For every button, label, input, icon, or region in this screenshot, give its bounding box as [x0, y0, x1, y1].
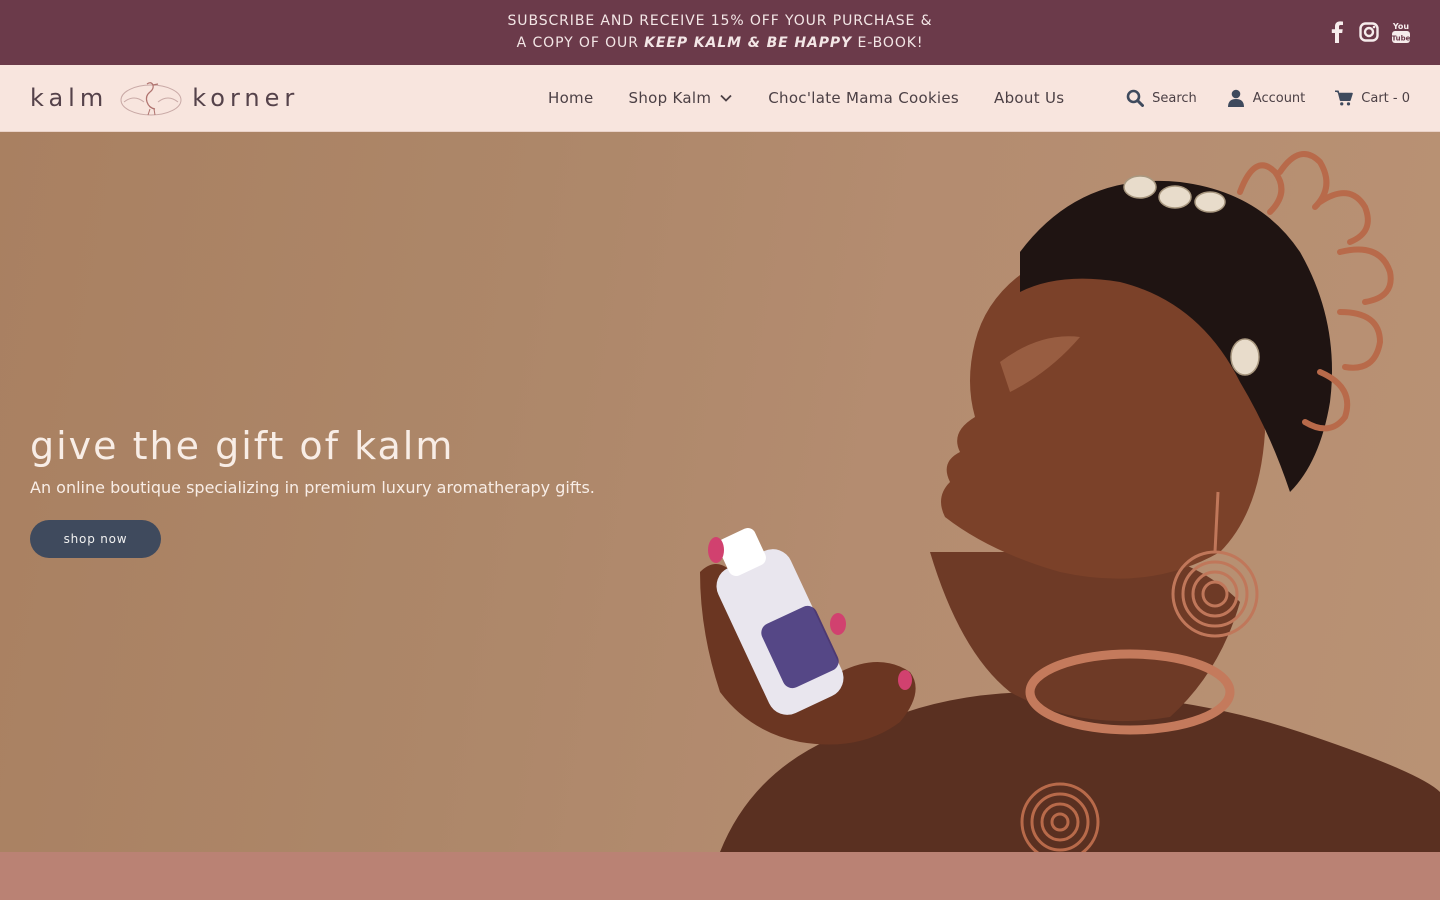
nav-item-choclate-mama-cookies[interactable]: Choc'late Mama Cookies [768, 89, 959, 107]
facebook-icon[interactable] [1326, 20, 1348, 44]
announcement-bar: SUBSCRIBE AND RECEIVE 15% OFF YOUR PURCH… [0, 0, 1440, 65]
announcement-line-2-prefix: A COPY OF OUR [516, 35, 645, 51]
chevron-down-icon [720, 94, 732, 102]
site-logo[interactable]: kalm korner [30, 77, 299, 119]
hero-title: give the gift of kalm [30, 424, 455, 468]
header-utilities: Search Account Cart - 0 [1096, 65, 1410, 131]
search-icon [1126, 89, 1145, 107]
nav-item-label: Shop Kalm [628, 89, 712, 107]
youtube-label-top: You [1392, 22, 1410, 31]
logo-word-left: kalm [30, 84, 109, 112]
account-link[interactable]: Account [1227, 89, 1306, 107]
hero-banner: give the gift of kalm An online boutique… [0, 132, 1440, 852]
announcement-line-2-suffix: E-BOOK! [852, 35, 924, 51]
nav-item-about-us[interactable]: About Us [994, 89, 1064, 107]
nav-item-home[interactable]: Home [548, 89, 594, 107]
instagram-icon[interactable] [1358, 20, 1380, 44]
social-links: You Tube [1326, 20, 1412, 44]
section-divider-band [0, 852, 1440, 900]
cart-link[interactable]: Cart - 0 [1335, 89, 1410, 107]
site-header: kalm korner Home Shop Kalm Choc'late Mam… [0, 65, 1440, 132]
heron-logo-icon [120, 82, 182, 116]
logo-word-right: korner [192, 84, 300, 112]
youtube-label-bottom: Tube [1392, 35, 1411, 43]
shop-now-button[interactable]: shop now [30, 520, 161, 558]
ebook-title: KEEP KALM & BE HAPPY [644, 35, 853, 51]
youtube-icon[interactable]: You Tube [1390, 20, 1412, 44]
announcement-line-2: A COPY OF OUR KEEP KALM & BE HAPPY E-BOO… [370, 32, 1070, 54]
nav-item-label: Home [548, 89, 594, 107]
main-nav: Home Shop Kalm Choc'late Mama Cookies Ab… [548, 65, 1099, 131]
nav-item-label: Choc'late Mama Cookies [768, 89, 960, 107]
search-label: Search [1152, 90, 1197, 106]
nav-item-shop-kalm[interactable]: Shop Kalm [629, 89, 734, 107]
search-button[interactable]: Search [1126, 89, 1197, 107]
cart-icon [1335, 89, 1354, 107]
nav-item-label: About Us [994, 89, 1065, 107]
announcement-line-1: SUBSCRIBE AND RECEIVE 15% OFF YOUR PURCH… [507, 13, 933, 29]
hero-subtitle: An online boutique specializing in premi… [30, 478, 595, 497]
account-label: Account [1252, 90, 1306, 106]
cart-label: Cart - 0 [1361, 90, 1410, 106]
announcement-text[interactable]: SUBSCRIBE AND RECEIVE 15% OFF YOUR PURCH… [370, 10, 1070, 54]
user-icon [1227, 89, 1245, 107]
